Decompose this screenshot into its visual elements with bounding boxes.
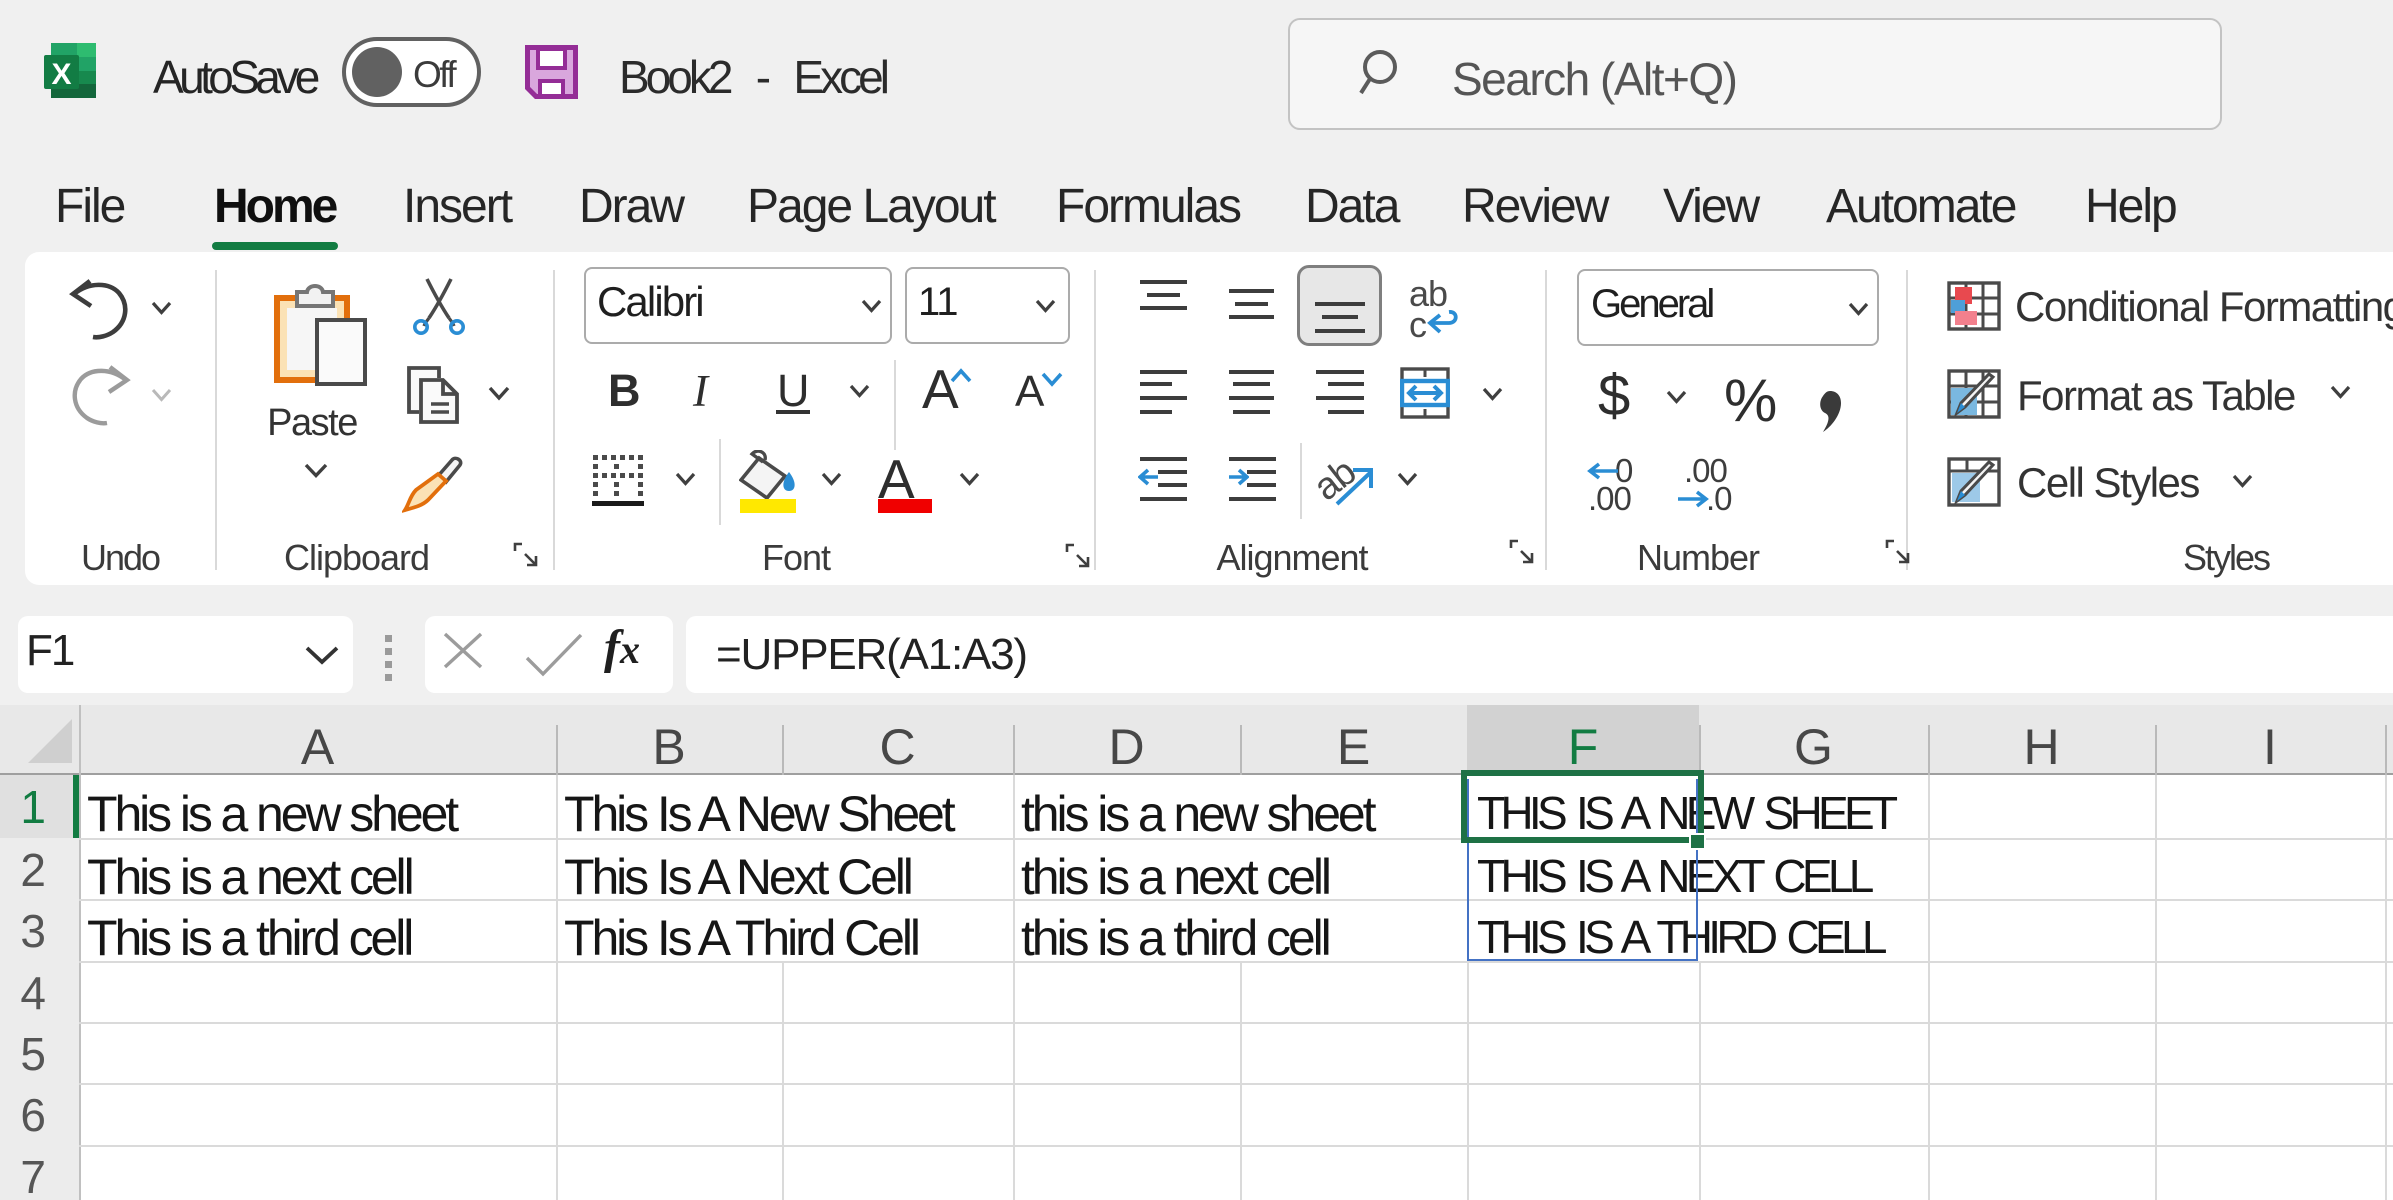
svg-text:X: X — [51, 58, 71, 91]
